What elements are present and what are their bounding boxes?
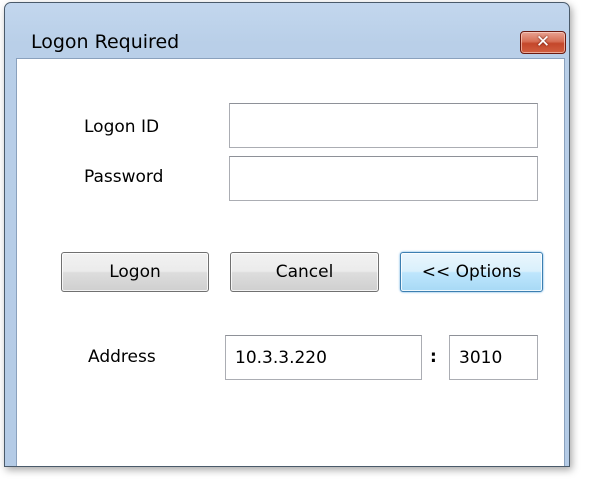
logon-dialog: Logon Required ✕ Logon ID Password Logon… (4, 2, 570, 467)
logon-id-label: Logon ID (84, 117, 160, 137)
window-title: Logon Required (31, 31, 180, 53)
dialog-client-area: Logon ID Password Logon Cancel << Option… (16, 58, 565, 466)
close-button[interactable]: ✕ (520, 31, 566, 54)
password-field[interactable] (229, 156, 538, 201)
close-icon: ✕ (535, 32, 551, 52)
logon-button[interactable]: Logon (61, 252, 209, 292)
title-bar[interactable]: Logon Required ✕ (5, 3, 569, 54)
cancel-button[interactable]: Cancel (230, 252, 379, 292)
address-host-field[interactable] (225, 335, 422, 380)
address-port-field[interactable] (449, 335, 538, 380)
options-button[interactable]: << Options (400, 252, 543, 292)
logon-id-field[interactable] (229, 103, 538, 148)
address-label: Address (88, 347, 156, 367)
password-label: Password (84, 167, 164, 187)
address-port-separator: : (430, 347, 437, 367)
